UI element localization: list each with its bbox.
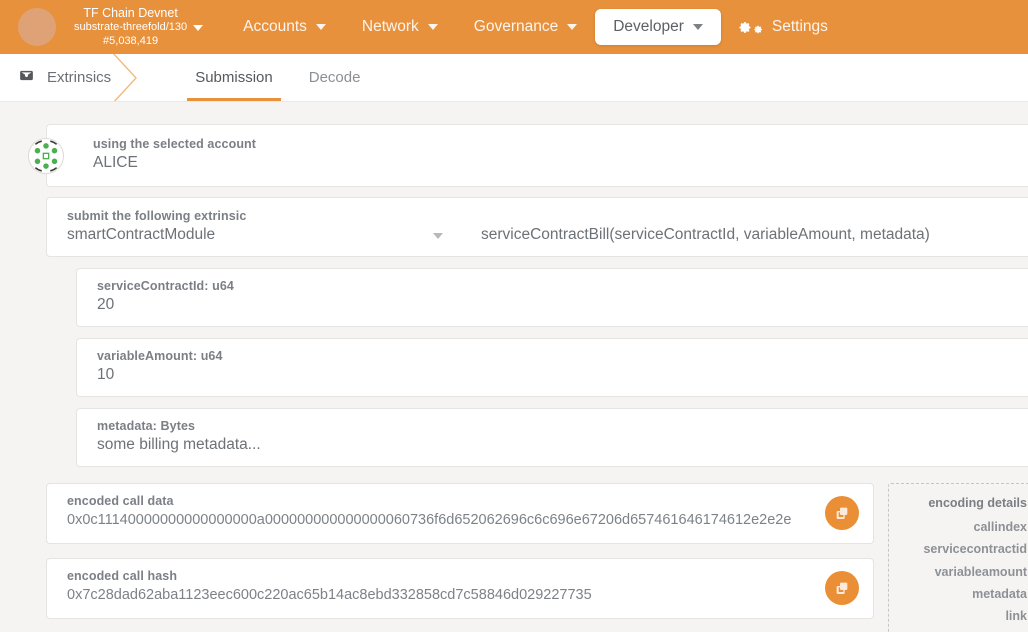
copy-call-hash-button[interactable] bbox=[825, 571, 859, 605]
nav-item-settings[interactable]: Settings bbox=[721, 9, 846, 45]
chain-block-number: #5,038,419 bbox=[103, 35, 158, 48]
tab-decode[interactable]: Decode bbox=[291, 54, 379, 101]
encoded-call-data-value: 0x0c11140000000000000000a000000000000000… bbox=[67, 511, 803, 530]
tab-bar: Submission Decode bbox=[177, 54, 378, 101]
nav-label-developer: Developer bbox=[613, 18, 684, 36]
chain-logo bbox=[18, 8, 56, 46]
extrinsic-method-value: serviceContractBill(serviceContractId, v… bbox=[481, 226, 930, 244]
nav-label-accounts: Accounts bbox=[243, 18, 307, 36]
extrinsic-label: submit the following extrinsic bbox=[67, 209, 443, 223]
encoded-call-data: encoded call data 0x0c111400000000000000… bbox=[46, 483, 874, 544]
nav-item-accounts[interactable]: Accounts bbox=[225, 9, 344, 45]
nav-label-settings: Settings bbox=[772, 18, 828, 36]
chevron-down-icon bbox=[193, 25, 203, 31]
breadcrumb: Extrinsics bbox=[0, 54, 139, 101]
encoding-detail-servicecontractid: servicecontractid bbox=[901, 538, 1027, 560]
copy-icon bbox=[834, 580, 850, 596]
encoding-detail-metadata: metadata bbox=[901, 583, 1027, 605]
encoding-details-panel: encoding details callindex servicecontra… bbox=[888, 483, 1028, 632]
chevron-down-icon bbox=[316, 24, 326, 30]
chevron-down-icon bbox=[567, 24, 577, 30]
tab-submission[interactable]: Submission bbox=[177, 54, 291, 101]
param-value: 20 bbox=[97, 296, 1010, 314]
account-field-value: ALICE bbox=[93, 154, 1008, 172]
param-metadata[interactable]: metadata: Bytes some billing metadata... bbox=[76, 408, 1028, 467]
main-nav: Accounts Network Governance Developer bbox=[225, 0, 846, 54]
account-row: using the selected account ALICE bbox=[28, 124, 1028, 187]
account-identicon bbox=[28, 138, 64, 174]
nav-item-governance[interactable]: Governance bbox=[456, 9, 595, 45]
main-content: using the selected account ALICE submit … bbox=[0, 102, 1028, 632]
chevron-down-icon bbox=[428, 24, 438, 30]
encoding-details-title: encoding details bbox=[901, 496, 1027, 510]
nav-label-governance: Governance bbox=[474, 18, 558, 36]
tab-label-decode: Decode bbox=[309, 69, 361, 86]
breadcrumb-label: Extrinsics bbox=[47, 69, 111, 86]
top-navigation-bar: TF Chain Devnet substrate-threefold/130 … bbox=[0, 0, 1028, 54]
param-variable-amount[interactable]: variableAmount: u64 10 bbox=[76, 338, 1028, 397]
nav-item-network[interactable]: Network bbox=[344, 9, 456, 45]
extrinsic-module-select[interactable]: submit the following extrinsic smartCont… bbox=[47, 198, 459, 256]
encoding-detail-variableamount: variableamount bbox=[901, 561, 1027, 583]
copy-call-data-button[interactable] bbox=[825, 496, 859, 530]
param-service-contract-id[interactable]: serviceContractId: u64 20 bbox=[76, 268, 1028, 327]
nav-label-network: Network bbox=[362, 18, 419, 36]
encoding-detail-link[interactable]: link bbox=[901, 605, 1027, 627]
chevron-down-icon bbox=[693, 24, 703, 30]
nav-item-developer[interactable]: Developer bbox=[595, 9, 721, 45]
copy-icon bbox=[834, 505, 850, 521]
extrinsic-selector: submit the following extrinsic smartCont… bbox=[46, 197, 1028, 257]
param-label: metadata: Bytes bbox=[97, 419, 1010, 433]
encoded-call-data-label: encoded call data bbox=[67, 494, 803, 508]
sub-navigation-bar: Extrinsics Submission Decode bbox=[0, 54, 1028, 102]
breadcrumb-separator-icon bbox=[110, 54, 140, 101]
extrinsic-method-select[interactable]: serviceContractBill(serviceContractId, v… bbox=[459, 198, 1028, 256]
chain-selector[interactable]: TF Chain Devnet substrate-threefold/130 … bbox=[74, 6, 203, 48]
param-value: 10 bbox=[97, 366, 1010, 384]
encoding-detail-callindex: callindex bbox=[901, 516, 1027, 538]
chevron-down-icon bbox=[433, 233, 443, 239]
param-label: variableAmount: u64 bbox=[97, 349, 1010, 363]
param-value: some billing metadata... bbox=[97, 436, 1010, 454]
encoded-section: encoded call data 0x0c111400000000000000… bbox=[0, 483, 1028, 632]
extrinsics-icon bbox=[18, 67, 35, 88]
chain-name: TF Chain Devnet bbox=[83, 6, 177, 21]
account-field-label: using the selected account bbox=[93, 137, 1008, 151]
encoded-call-hash: encoded call hash 0x7c28dad62aba1123eec6… bbox=[46, 558, 874, 619]
account-field[interactable]: using the selected account ALICE bbox=[46, 124, 1028, 187]
chain-spec-version: substrate-threefold/130 bbox=[74, 21, 187, 34]
extrinsic-module-value: smartContractModule bbox=[67, 226, 443, 244]
encoded-call-hash-value: 0x7c28dad62aba1123eec600c220ac65b14ac8eb… bbox=[67, 586, 803, 605]
tab-label-submission: Submission bbox=[195, 69, 273, 86]
encoded-call-hash-label: encoded call hash bbox=[67, 569, 803, 583]
encoded-column: encoded call data 0x0c111400000000000000… bbox=[46, 483, 874, 632]
param-label: serviceContractId: u64 bbox=[97, 279, 1010, 293]
gear-icon bbox=[739, 21, 763, 34]
